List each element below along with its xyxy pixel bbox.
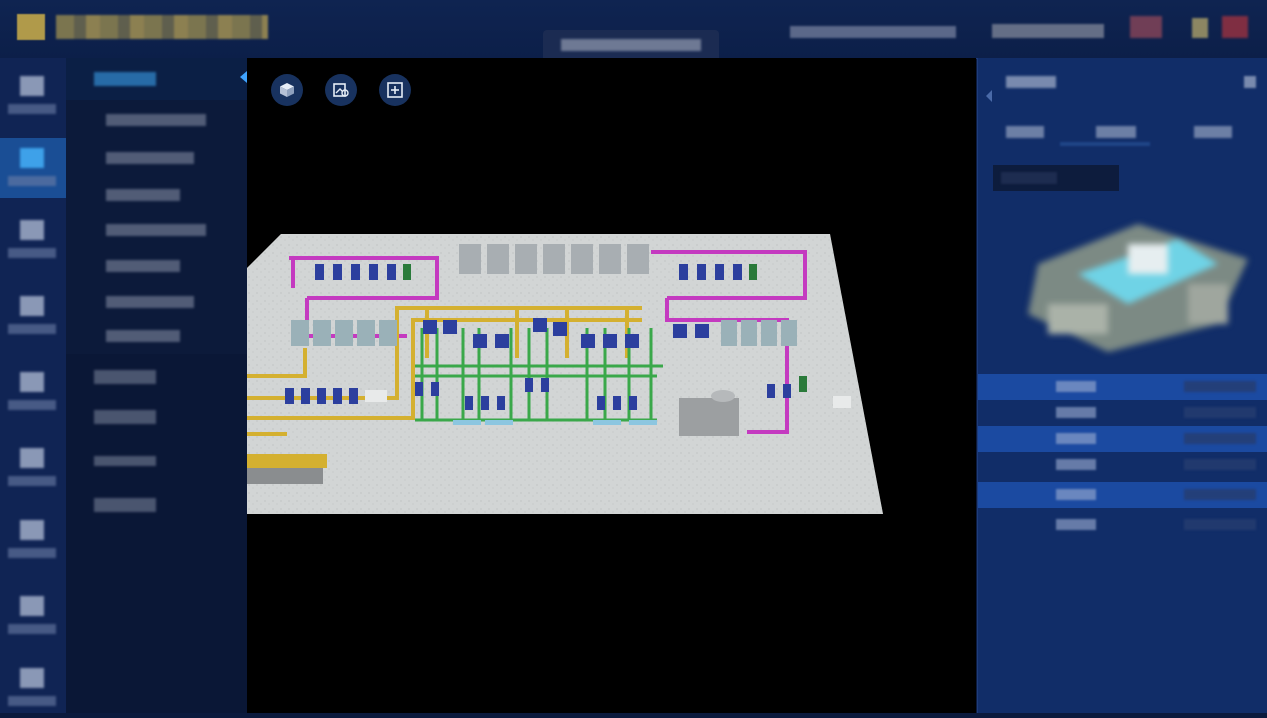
device-name-label — [1001, 172, 1057, 184]
fit-view-icon — [387, 82, 403, 98]
menu-item[interactable] — [94, 370, 156, 384]
property-value — [1184, 381, 1256, 392]
rail-item-7[interactable] — [0, 510, 66, 570]
property-row — [978, 452, 1267, 478]
property-row — [978, 512, 1267, 538]
rail-item-label — [8, 104, 56, 114]
property-row — [978, 482, 1267, 508]
property-key — [1056, 519, 1096, 530]
property-key — [1056, 433, 1096, 444]
close-icon[interactable] — [1244, 76, 1256, 88]
panel-tab[interactable] — [1096, 126, 1136, 138]
fit-view-button[interactable] — [379, 74, 411, 106]
property-row — [978, 374, 1267, 400]
control-box[interactable] — [365, 390, 387, 402]
submenu-item[interactable] — [106, 224, 206, 236]
alarm-icon[interactable] — [1130, 16, 1162, 38]
rail-item-monitor[interactable] — [0, 138, 66, 198]
panel-title — [1006, 76, 1056, 88]
rail-item-label — [8, 176, 56, 186]
submenu-item[interactable] — [106, 114, 206, 126]
plant-3d-scene[interactable] — [247, 58, 976, 713]
submenu-item[interactable] — [106, 189, 180, 201]
submenu-item[interactable] — [106, 330, 180, 342]
submenu-item[interactable] — [106, 296, 194, 308]
top-header — [0, 0, 1267, 62]
device-preview-image — [1028, 224, 1248, 352]
header-info-text — [790, 26, 956, 38]
exit-icon[interactable] — [1222, 16, 1248, 38]
energy-icon — [20, 520, 44, 540]
app-window — [0, 0, 1267, 713]
property-value — [1184, 459, 1256, 470]
property-key — [1056, 381, 1096, 392]
system-icon — [20, 668, 44, 688]
header-user-info[interactable] — [992, 24, 1104, 38]
rail-item-4[interactable] — [0, 286, 66, 346]
active-tab-indicator — [1060, 142, 1150, 146]
home-icon — [20, 76, 44, 96]
collapse-caret-icon[interactable] — [240, 71, 247, 83]
device-icon — [20, 220, 44, 240]
submenu-item[interactable] — [106, 152, 194, 164]
property-key — [1056, 407, 1096, 418]
map-layers-icon — [333, 83, 349, 97]
cube-icon — [280, 83, 294, 97]
rail-item-6[interactable] — [0, 438, 66, 498]
submenu-item[interactable] — [106, 260, 180, 272]
rail-item-8[interactable] — [0, 586, 66, 646]
rail-item-label — [8, 548, 56, 558]
submenu-group-expanded — [66, 58, 247, 354]
monitor-icon — [20, 148, 44, 168]
panel-tab[interactable] — [1006, 126, 1044, 138]
storage-tanks[interactable] — [459, 244, 649, 274]
property-value — [1184, 489, 1256, 500]
rail-item-label — [8, 624, 56, 634]
alarm-list-icon — [20, 372, 44, 392]
chart-icon — [20, 296, 44, 316]
rail-item-label — [8, 696, 56, 706]
property-row — [978, 426, 1267, 452]
property-row — [978, 400, 1267, 426]
property-value — [1184, 519, 1256, 530]
platform-base — [247, 468, 323, 484]
submenu-group-header[interactable] — [66, 58, 247, 100]
header-center-label — [561, 39, 701, 51]
rail-item-3[interactable] — [0, 210, 66, 270]
device-detail-panel — [977, 58, 1267, 713]
layers-button[interactable] — [325, 74, 357, 106]
rail-item-label — [8, 324, 56, 334]
rail-item-label — [8, 400, 56, 410]
settings-icon — [20, 596, 44, 616]
view-3d-button[interactable] — [271, 74, 303, 106]
rail-item-label — [8, 476, 56, 486]
report-icon — [20, 448, 44, 468]
left-nav-rail — [0, 58, 67, 713]
property-value — [1184, 433, 1256, 444]
submenu-group-title — [94, 72, 156, 86]
menu-item[interactable] — [94, 456, 156, 466]
menu-item[interactable] — [94, 498, 156, 512]
property-key — [1056, 459, 1096, 470]
rail-item-9[interactable] — [0, 658, 66, 718]
secondary-menu — [66, 58, 247, 713]
panel-tab[interactable] — [1194, 126, 1232, 138]
logo-icon — [17, 14, 45, 40]
3d-viewport[interactable] — [247, 58, 976, 713]
user-icon[interactable] — [1192, 18, 1208, 38]
property-key — [1056, 489, 1096, 500]
rail-item-5[interactable] — [0, 362, 66, 422]
rail-item-label — [8, 248, 56, 258]
menu-item[interactable] — [94, 410, 156, 424]
rail-item-home[interactable] — [0, 66, 66, 126]
app-title — [56, 15, 268, 39]
control-box[interactable] — [833, 396, 851, 408]
panel-collapse-icon[interactable] — [986, 90, 992, 102]
device-name-field — [993, 165, 1119, 191]
property-value — [1184, 407, 1256, 418]
